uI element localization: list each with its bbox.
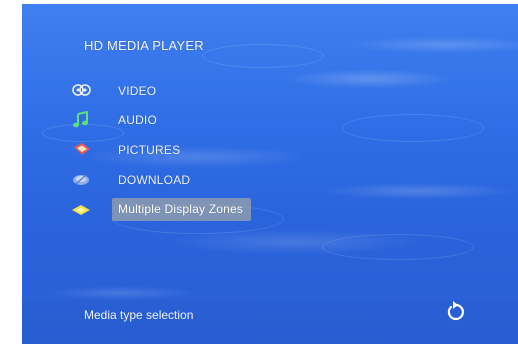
menu-label-download: DOWNLOAD bbox=[118, 173, 191, 187]
menu-item-multiple-display-zones[interactable]: Multiple Display Zones bbox=[70, 198, 300, 224]
pictures-icon bbox=[74, 143, 90, 155]
menu-item-video[interactable]: VIDEO bbox=[70, 82, 300, 104]
music-note-icon bbox=[73, 111, 88, 128]
film-reel-icon bbox=[72, 84, 91, 96]
water-ripple bbox=[202, 44, 324, 68]
menu-label-multiple-display-zones: Multiple Display Zones bbox=[112, 198, 252, 221]
water-ripple bbox=[322, 234, 474, 260]
menu-label-video: VIDEO bbox=[118, 84, 157, 98]
menu-item-pictures[interactable]: PICTURES bbox=[70, 141, 300, 163]
status-text: Media type selection bbox=[84, 308, 194, 322]
menu-item-audio[interactable]: AUDIO bbox=[70, 111, 300, 133]
water-ripple bbox=[342, 114, 484, 142]
menu-item-download[interactable]: DOWNLOAD bbox=[70, 171, 300, 193]
return-icon[interactable] bbox=[444, 300, 468, 324]
download-icon bbox=[73, 174, 89, 185]
diamond-icon bbox=[72, 205, 90, 215]
media-player-screen: HD MEDIA PLAYER VIDEO AUDIO PICTURES DOW… bbox=[22, 4, 518, 344]
menu-label-audio: AUDIO bbox=[118, 113, 158, 127]
menu-label-pictures: PICTURES bbox=[118, 143, 181, 157]
page-title: HD MEDIA PLAYER bbox=[84, 38, 204, 53]
